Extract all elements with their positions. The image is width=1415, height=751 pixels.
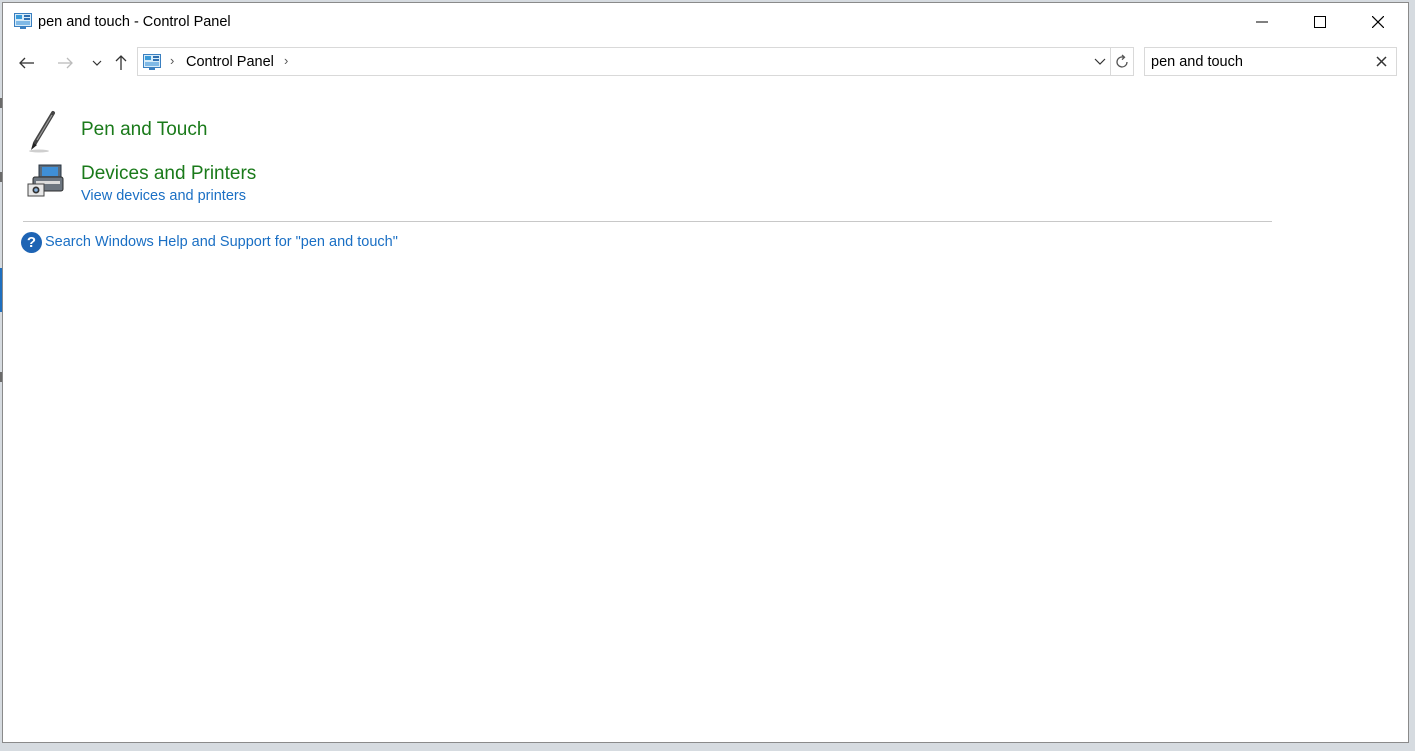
chevron-down-icon bbox=[92, 60, 102, 66]
maximize-icon bbox=[1314, 16, 1326, 28]
result-devices-and-printers: Devices and Printers View devices and pr… bbox=[25, 159, 325, 211]
title-bar: pen and touch - Control Panel bbox=[3, 3, 1408, 41]
maximize-button[interactable] bbox=[1291, 3, 1349, 41]
pen-and-touch-link[interactable]: Pen and Touch bbox=[81, 119, 207, 141]
divider bbox=[23, 221, 1272, 222]
forward-button[interactable] bbox=[53, 51, 77, 75]
devices-and-printers-link[interactable]: Devices and Printers bbox=[81, 163, 256, 185]
close-icon bbox=[1375, 55, 1387, 67]
back-button[interactable] bbox=[15, 51, 39, 75]
close-icon bbox=[1372, 16, 1384, 28]
control-panel-icon bbox=[143, 54, 161, 70]
arrow-left-icon bbox=[19, 57, 34, 69]
close-button[interactable] bbox=[1349, 3, 1407, 41]
recent-locations-button[interactable] bbox=[85, 51, 109, 75]
up-button[interactable] bbox=[109, 51, 133, 75]
devices-printers-icon bbox=[27, 164, 64, 197]
help-search-text[interactable]: Search Windows Help and Support for "pen… bbox=[45, 234, 398, 250]
chevron-right-icon[interactable]: › bbox=[170, 53, 174, 68]
pen-icon bbox=[29, 111, 55, 153]
view-devices-and-printers-link[interactable]: View devices and printers bbox=[81, 188, 246, 204]
result-pen-and-touch[interactable]: Pen and Touch bbox=[25, 109, 325, 155]
address-dropdown-button[interactable] bbox=[1090, 48, 1111, 75]
minimize-icon bbox=[1256, 21, 1268, 23]
search-input[interactable] bbox=[1151, 52, 1361, 72]
breadcrumb-control-panel[interactable]: Control Panel bbox=[186, 54, 274, 70]
chevron-down-icon bbox=[1094, 58, 1106, 65]
search-box[interactable] bbox=[1144, 47, 1397, 76]
address-bar[interactable]: › Control Panel › bbox=[137, 47, 1134, 76]
minimize-button[interactable] bbox=[1233, 3, 1291, 41]
control-panel-window: pen and touch - Control Panel › Control … bbox=[2, 2, 1409, 743]
help-icon: ? bbox=[21, 232, 42, 253]
control-panel-icon bbox=[14, 13, 32, 29]
refresh-button[interactable] bbox=[1111, 48, 1133, 75]
help-search-link[interactable]: ? Search Windows Help and Support for "p… bbox=[21, 232, 421, 254]
navigation-bar: › Control Panel › bbox=[3, 43, 1408, 81]
arrow-up-icon bbox=[115, 55, 127, 70]
window-title: pen and touch - Control Panel bbox=[38, 14, 231, 30]
refresh-icon bbox=[1116, 54, 1128, 68]
arrow-right-icon bbox=[58, 57, 73, 69]
chevron-right-icon[interactable]: › bbox=[284, 53, 288, 68]
clear-search-button[interactable] bbox=[1374, 54, 1388, 68]
